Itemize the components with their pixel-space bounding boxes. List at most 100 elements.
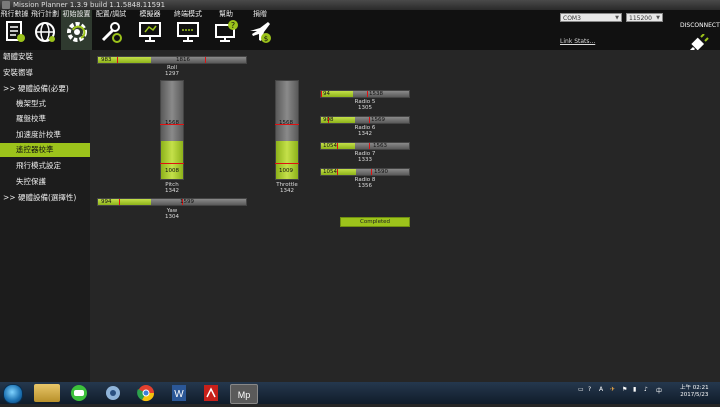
- radio8-max-text: 1590: [374, 169, 388, 175]
- baud-select[interactable]: 115200 ▼: [626, 13, 663, 22]
- clock-date: 2017/5/23: [680, 392, 709, 398]
- pdf-icon[interactable]: [198, 384, 224, 402]
- sidebar-item-radio-calibration[interactable]: 遙控器校準: [0, 143, 96, 157]
- window-title: Mission Planner 1.3.9 build 1.1.5848.115…: [13, 1, 166, 9]
- throttle-max-text: 1568: [279, 120, 293, 126]
- yaw-value: 1304: [165, 214, 179, 220]
- radio5-caption: Radio 5 1305: [345, 99, 385, 111]
- radio6-min-text: 908: [323, 117, 334, 123]
- ime-indicator[interactable]: A: [599, 386, 603, 393]
- toolbar-label: 模擬器: [139, 10, 161, 18]
- toolbar-initial-setup[interactable]: 初始設置: [61, 10, 92, 50]
- min-marker: [336, 169, 338, 175]
- pitch-value: 1342: [165, 188, 179, 194]
- toolbar-help[interactable]: 幫助 ?: [208, 10, 244, 50]
- volume-icon[interactable]: ♪: [644, 386, 648, 393]
- mission-planner-icon[interactable]: Mp: [230, 384, 258, 404]
- toolbar-config-tuning[interactable]: 配置/調試: [93, 10, 129, 50]
- sidebar-item-label: 遙控器校準: [16, 145, 54, 154]
- word-icon[interactable]: W: [166, 384, 192, 402]
- svg-text:?: ?: [231, 21, 235, 30]
- terminal-icon: [177, 22, 199, 42]
- window-title-bar: Mission Planner 1.3.9 build 1.1.5848.115…: [0, 0, 720, 10]
- radio6-caption: Radio 6 1342: [345, 125, 385, 137]
- chevron-down-icon: ▼: [615, 15, 619, 21]
- radio5-bar: 94 1538: [320, 90, 410, 98]
- system-clock[interactable]: 上午 02:21 2017/5/23: [680, 385, 709, 399]
- radio7-max-text: 1563: [373, 143, 387, 149]
- toolbar-flight-plan[interactable]: 飛行計劃: [30, 10, 60, 50]
- sidebar-item-label: 失控保護: [16, 177, 46, 186]
- sidebar-item-accel-calibration[interactable]: 加速度計校準: [0, 128, 90, 142]
- throttle-min-text: 1009: [279, 168, 293, 174]
- config-tuning-icon: [101, 22, 122, 43]
- flag-icon[interactable]: ⚑: [622, 386, 627, 393]
- toolbar-simulation[interactable]: 模擬器: [132, 10, 168, 50]
- initial-setup-icon: [66, 22, 87, 42]
- toolbar-donate[interactable]: 捐贈 $: [246, 10, 274, 50]
- yaw-min-text: 994: [101, 199, 112, 205]
- toolbar-label: 捐贈: [253, 10, 267, 18]
- radio8-min-text: 1054: [323, 169, 337, 175]
- help-tray-icon[interactable]: ?: [588, 386, 591, 393]
- toolbar-flight-data[interactable]: 飛行數據: [0, 10, 29, 50]
- windows-taskbar: W Mp ▭ ? A ✈ ⚑ ▮ ♪ 中 上午 02:21 2017/5/23: [0, 382, 720, 404]
- file-explorer-icon[interactable]: [34, 384, 60, 402]
- pitch-caption: Pitch 1342: [152, 182, 192, 194]
- roll-caption: Roll 1297: [152, 65, 192, 77]
- radio6-value: 1342: [358, 131, 372, 137]
- radio7-value: 1333: [358, 157, 372, 163]
- min-marker: [118, 199, 120, 205]
- line-icon[interactable]: [66, 384, 92, 402]
- chrome-icon[interactable]: [133, 384, 159, 402]
- pitch-min-text: 1008: [165, 168, 179, 174]
- language-icon[interactable]: 中: [656, 386, 662, 395]
- start-button[interactable]: [3, 384, 23, 404]
- radio-calibration-panel: 983 1816 Roll 1297 994 1599 Yaw 1304 156…: [90, 50, 720, 382]
- sidebar-item-label: 飛行模式設定: [16, 161, 61, 170]
- radio8-caption: Radio 8 1356: [345, 177, 385, 189]
- toolbar-label: 飛行數據: [0, 10, 29, 18]
- radio5-max-text: 1538: [369, 91, 383, 97]
- radio7-bar: 1054 1563: [320, 142, 410, 150]
- sidebar-item-mandatory-hardware[interactable]: >> 硬體設備(必要): [0, 82, 90, 96]
- sidebar-item-optional-hardware[interactable]: >> 硬體設備(選擇性): [0, 191, 90, 205]
- flight-plan-icon: [35, 22, 55, 42]
- yaw-caption: Yaw 1304: [152, 208, 192, 220]
- sidebar-item-failsafe[interactable]: 失控保護: [0, 175, 90, 189]
- pitch-max-text: 1568: [165, 120, 179, 126]
- toolbar-terminal[interactable]: 終端模式: [170, 10, 206, 50]
- port-select[interactable]: COM3 ▼: [560, 13, 622, 22]
- calibration-complete-button[interactable]: Completed: [340, 217, 410, 227]
- simulation-icon: [139, 22, 161, 42]
- toolbar-label: 終端模式: [174, 10, 202, 18]
- sidebar-item-firmware[interactable]: 韌體安裝: [0, 50, 90, 64]
- sidebar-item-wizard[interactable]: 安裝嚮導: [0, 66, 90, 80]
- throttle-caption: Throttle 1342: [267, 182, 307, 194]
- baud-value: 115200: [629, 15, 652, 22]
- link-stats-link[interactable]: Link Stats...: [560, 38, 595, 45]
- sidebar-item-label: 安裝嚮導: [3, 68, 33, 77]
- radio5-min-text: 94: [323, 91, 330, 97]
- network-icon[interactable]: ▭: [578, 386, 584, 393]
- max-marker: [368, 143, 370, 149]
- toolbar-label: 飛行計劃: [31, 10, 59, 18]
- port-value: COM3: [563, 15, 581, 22]
- sidebar-item-compass[interactable]: 羅盤校準: [0, 112, 90, 126]
- radio8-value: 1356: [358, 183, 372, 189]
- help-icon: ?: [215, 20, 238, 42]
- toolbar-label: 配置/調試: [95, 10, 127, 18]
- min-marker: [275, 163, 299, 165]
- update-icon[interactable]: ✈: [610, 386, 615, 393]
- max-marker: [370, 169, 372, 175]
- signal-icon[interactable]: ▮: [633, 386, 636, 393]
- radio6-bar: 908 1569: [320, 116, 410, 124]
- sidebar-item-flight-modes[interactable]: 飛行模式設定: [0, 159, 90, 173]
- pitch-bar: 1568 1008: [160, 80, 184, 180]
- throttle-bar: 1568 1009: [275, 80, 299, 180]
- yaw-max-text: 1599: [180, 199, 194, 205]
- throttle-value: 1342: [280, 188, 294, 194]
- media-icon[interactable]: [100, 384, 126, 402]
- sidebar-item-frame-type[interactable]: 機架型式: [0, 97, 90, 111]
- toolbar-label: 初始設置: [62, 10, 91, 18]
